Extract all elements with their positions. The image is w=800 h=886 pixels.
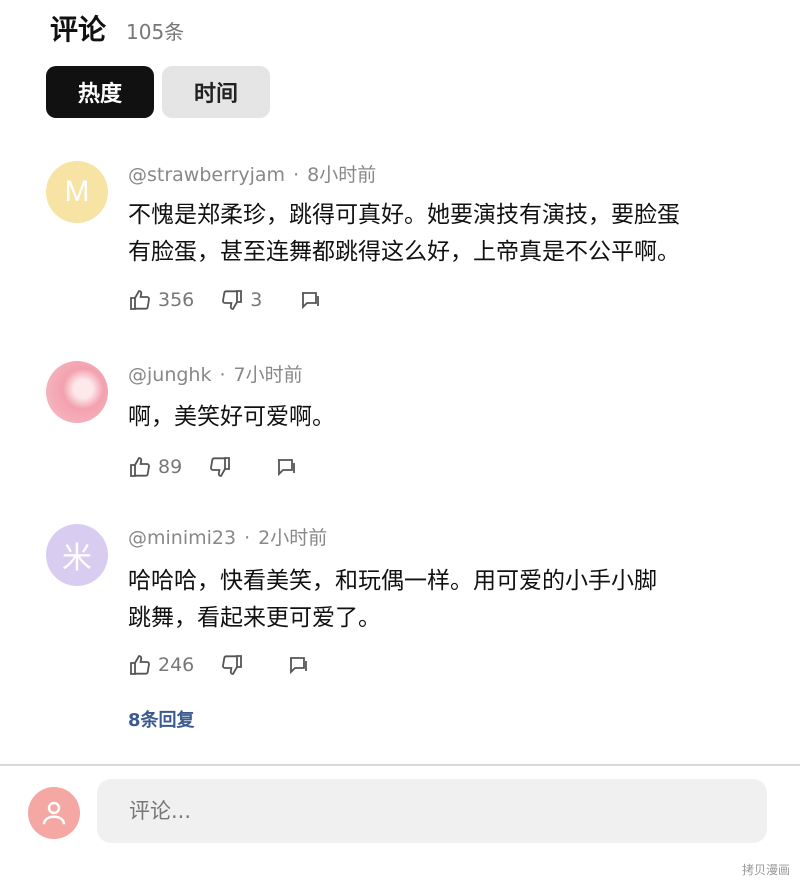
comment-input[interactable]: [97, 779, 767, 843]
dislike-button[interactable]: [208, 455, 238, 479]
avatar[interactable]: M: [46, 161, 108, 223]
dislike-button[interactable]: [220, 653, 250, 677]
comment-time: 8小时前: [307, 164, 377, 186]
comment-line: 跳舞，看起来更可爱了。: [128, 605, 381, 631]
avatar-letter: M: [64, 175, 90, 208]
thumbs-up-icon: [130, 655, 150, 675]
comment-username[interactable]: @junghk: [128, 364, 211, 386]
thumbs-up-icon: [130, 290, 150, 310]
like-button[interactable]: 246: [128, 653, 194, 677]
comment-username[interactable]: @minimi23: [128, 527, 236, 549]
comment-meta: @strawberryjam · 8小时前: [128, 164, 377, 186]
comment-line: 啊，美笑好可爱啊。: [128, 404, 335, 430]
view-replies-link[interactable]: 8条回复: [128, 706, 195, 732]
user-icon: [42, 801, 66, 825]
comments-header: 评论 105条: [50, 8, 184, 48]
thumbs-up-icon: [130, 457, 150, 477]
comment-text: 哈哈哈，快看美笑，和玩偶一样。用可爱的小手小脚 跳舞，看起来更可爱了。: [128, 563, 768, 637]
comment-time: 7小时前: [233, 364, 303, 386]
comment-text: 啊，美笑好可爱啊。: [128, 399, 768, 436]
reply-icon: [290, 657, 308, 675]
composer-divider: [0, 764, 800, 766]
tab-hot[interactable]: 热度: [46, 66, 154, 118]
comment-text: 不愧是郑柔珍，跳得可真好。她要演技有演技，要脸蛋 有脸蛋，甚至连舞都跳得这么好，…: [128, 197, 768, 271]
comment-actions: 89: [128, 455, 324, 479]
like-count: 246: [158, 654, 195, 676]
reply-icon: [302, 292, 320, 310]
watermark: 拷贝漫画: [741, 863, 790, 877]
tab-time[interactable]: 时间: [162, 66, 270, 118]
reply-button[interactable]: [274, 455, 298, 479]
comment-meta: @junghk · 7小时前: [128, 364, 303, 386]
like-count: 356: [158, 289, 195, 311]
comment-actions: 246: [128, 653, 336, 677]
avatar[interactable]: 米: [46, 524, 108, 586]
comment-line: 有脸蛋，甚至连舞都跳得这么好，上帝真是不公平啊。: [128, 239, 680, 265]
like-count: 89: [158, 456, 183, 478]
comment-username[interactable]: @strawberryjam: [128, 164, 285, 186]
dislike-count: 3: [250, 289, 263, 311]
like-button[interactable]: 356: [128, 288, 194, 312]
current-user-avatar[interactable]: [28, 787, 80, 839]
comment-actions: 356 3: [128, 288, 348, 312]
comments-count: 105条: [126, 20, 185, 44]
thumbs-down-icon: [222, 290, 243, 310]
avatar-letter: 米: [62, 541, 92, 576]
avatar[interactable]: [46, 361, 108, 423]
sort-tabs: 热度 时间: [46, 66, 270, 118]
comment-line: 不愧是郑柔珍，跳得可真好。她要演技有演技，要脸蛋: [128, 202, 680, 228]
reply-button[interactable]: [298, 288, 322, 312]
comment-line: 哈哈哈，快看美笑，和玩偶一样。用可爱的小手小脚: [128, 568, 657, 594]
like-button[interactable]: 89: [128, 455, 182, 479]
comment-time: 2小时前: [258, 527, 328, 549]
comments-title: 评论: [50, 13, 107, 46]
dislike-button[interactable]: 3: [220, 288, 262, 312]
thumbs-down-icon: [222, 655, 243, 675]
reply-icon: [278, 459, 296, 477]
reply-button[interactable]: [286, 653, 310, 677]
comment-meta: @minimi23 · 2小时前: [128, 527, 328, 549]
thumbs-down-icon: [210, 457, 231, 477]
